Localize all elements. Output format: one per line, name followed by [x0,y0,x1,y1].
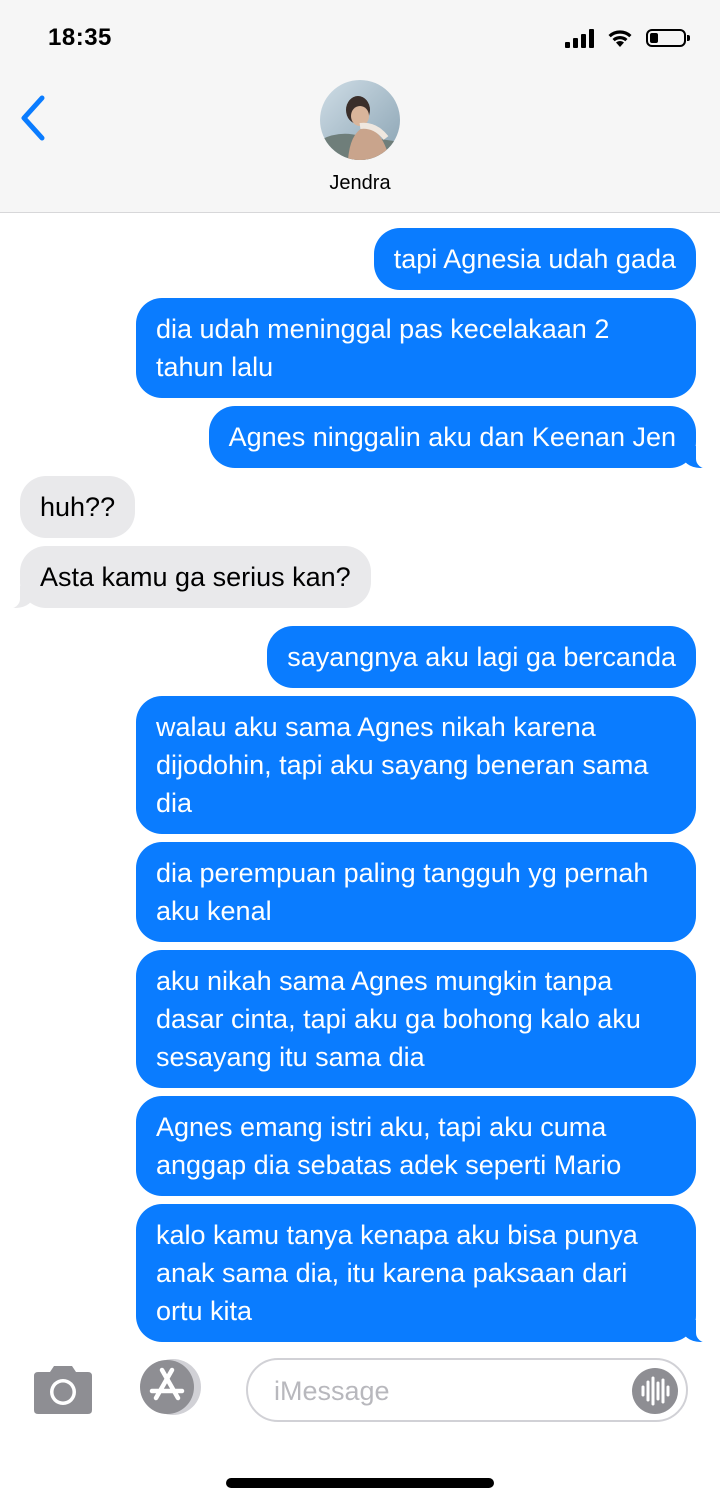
chevron-left-icon [21,95,45,141]
message-bubble-outgoing[interactable]: walau aku sama Agnes nikah karena dijodo… [136,696,696,834]
message-text: huh?? [40,492,116,522]
message-bubble-outgoing[interactable]: tapi Agnesia udah gada [373,228,696,290]
message-bubble-outgoing[interactable]: sayangnya aku lagi ga bercanda [267,626,696,688]
camera-icon [34,1366,92,1414]
back-button[interactable] [14,86,54,146]
message-thread: tapi Agnesia udah gada dia udah meningga… [0,213,720,1348]
audio-message-button[interactable] [632,1368,678,1414]
message-text: dia udah meninggal pas kecelakaan 2 tahu… [156,314,610,382]
status-time: 18:35 [48,24,112,51]
message-bubble-incoming[interactable]: Asta kamu ga serius kan? [0,546,371,609]
message-text: walau aku sama Agnes nikah karena dijodo… [156,712,649,818]
apps-button[interactable] [136,1358,206,1416]
message-bubble-outgoing[interactable]: kalo kamu tanya kenapa aku bisa punya an… [136,1204,718,1343]
contact-name[interactable]: Jendra [0,172,720,195]
compose-bar [0,1350,720,1430]
audio-waveform-icon [641,1376,670,1406]
home-indicator[interactable] [226,1478,494,1488]
message-text: aku nikah sama Agnes mungkin tanpa dasar… [156,966,641,1072]
wifi-icon [608,30,632,47]
message-text: tapi Agnesia udah gada [393,244,676,274]
message-bubble-outgoing[interactable]: Agnes emang istri aku, tapi aku cuma ang… [136,1096,696,1196]
battery-icon [646,29,690,47]
message-bubble-outgoing[interactable]: dia udah meninggal pas kecelakaan 2 tahu… [136,298,696,398]
avatar-image [320,80,400,160]
status-icons [565,28,690,48]
message-text: sayangnya aku lagi ga bercanda [287,642,676,672]
camera-button[interactable] [30,1364,96,1416]
status-bar: 18:35 [0,0,720,80]
message-bubble-outgoing[interactable]: Agnes ninggalin aku dan Keenan Jen [208,406,719,469]
message-text: dia perempuan paling tangguh yg pernah a… [156,858,649,926]
message-text: Agnes emang istri aku, tapi aku cuma ang… [156,1112,622,1180]
message-text: Asta kamu ga serius kan? [40,562,351,592]
message-bubble-outgoing[interactable]: dia perempuan paling tangguh yg pernah a… [136,842,696,942]
contact-avatar[interactable] [320,80,400,160]
message-text: kalo kamu tanya kenapa aku bisa punya an… [156,1220,638,1326]
message-input[interactable] [272,1370,616,1412]
cellular-signal-icon [565,28,594,48]
message-bubble-incoming[interactable]: huh?? [20,476,136,538]
conversation-header: Jendra [0,80,720,213]
app-store-icon [140,1359,201,1415]
message-text: Agnes ninggalin aku dan Keenan Jen [228,422,676,452]
message-bubble-outgoing[interactable]: aku nikah sama Agnes mungkin tanpa dasar… [136,950,696,1088]
message-input-field[interactable] [246,1358,688,1422]
